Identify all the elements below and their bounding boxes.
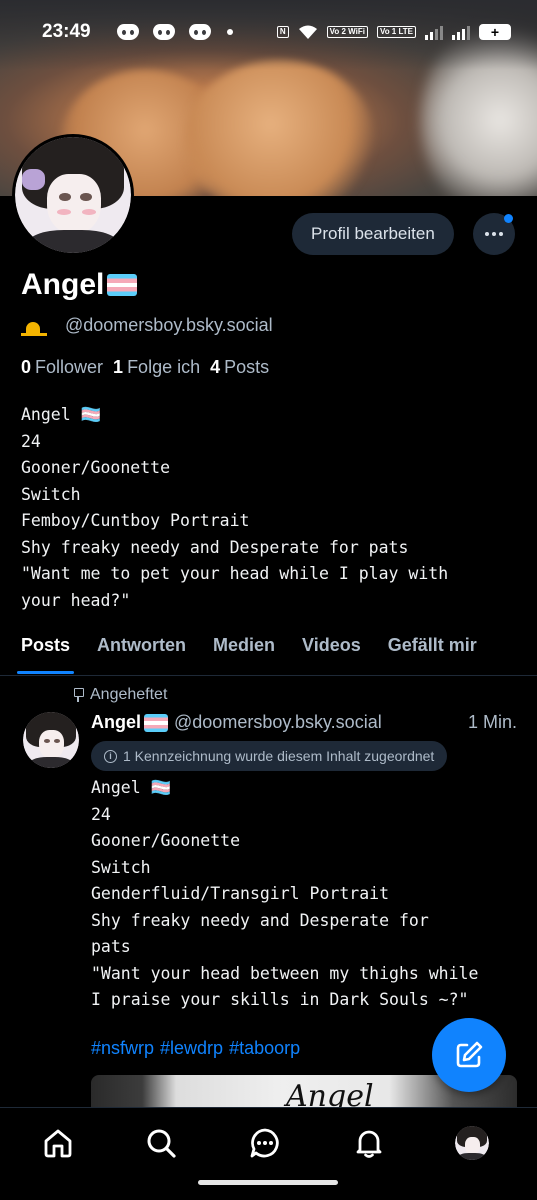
profile-handle: @doomersboy.bsky.social — [65, 315, 273, 335]
handle-row: @doomersboy.bsky.social — [21, 315, 273, 336]
signal-icon — [425, 24, 443, 40]
nav-notifications[interactable] — [352, 1126, 386, 1160]
post-author-avatar[interactable] — [23, 712, 79, 768]
more-options-button[interactable] — [473, 213, 515, 255]
posts-stat: 4 Posts — [210, 357, 270, 377]
trans-flag-icon — [107, 274, 138, 296]
hashtag-link[interactable]: #nsfwrp — [91, 1038, 154, 1059]
battery-icon: + — [479, 24, 511, 40]
content-label-notice[interactable]: i 1 Kennzeichnung wurde diesem Inhalt zu… — [91, 741, 448, 771]
post-timestamp: 1 Min. — [467, 712, 517, 732]
vowifi-badge: Vo 2 WiFi — [326, 26, 368, 38]
discord-icon — [152, 24, 175, 40]
notification-dot — [504, 214, 513, 223]
nav-search[interactable] — [144, 1126, 178, 1160]
status-bar: 23:49 N Vo 2 WiFi Vo 1 LTE + — [0, 0, 537, 64]
tab-likes[interactable]: Gefällt mir — [388, 622, 477, 675]
info-icon: i — [104, 749, 117, 763]
post-author-handle[interactable]: @doomersboy.bsky.social — [174, 712, 382, 733]
hashtag-link[interactable]: #lewdrp — [160, 1038, 223, 1059]
following-stat[interactable]: 1 Folge ich — [113, 357, 200, 378]
signal-icon — [452, 24, 470, 40]
bottom-navigation — [0, 1107, 537, 1200]
nfc-icon: N — [276, 26, 289, 38]
hashtag-link[interactable]: #taboorp — [229, 1038, 300, 1059]
pin-icon — [72, 687, 84, 703]
chat-icon — [250, 1128, 279, 1158]
volte-badge: Vo 1 LTE — [376, 26, 416, 38]
pinned-indicator: Angeheftet — [72, 686, 167, 704]
nav-profile[interactable] — [455, 1126, 489, 1160]
compose-icon — [456, 1041, 483, 1068]
tab-media[interactable]: Medien — [213, 622, 275, 675]
discord-icon — [116, 24, 139, 40]
tab-posts[interactable]: Posts — [16, 622, 75, 675]
status-time: 23:49 — [42, 21, 91, 42]
profile-tabs: Posts Antworten Medien Videos Gefällt mi… — [0, 622, 537, 676]
profile-bio: Angel 🏳️‍⚧️ 24 Gooner/Goonette Switch Fe… — [21, 405, 449, 610]
home-indicator[interactable] — [198, 1180, 338, 1185]
ellipsis-icon — [485, 232, 489, 236]
followers-stat[interactable]: 0 Follower — [21, 357, 103, 378]
profile-avatar[interactable] — [12, 134, 134, 256]
more-notifications-dot-icon — [226, 29, 233, 35]
bell-icon — [356, 1130, 382, 1158]
trans-flag-icon — [144, 713, 169, 732]
post-author-name[interactable]: Angel — [91, 712, 141, 733]
search-icon — [147, 1129, 176, 1158]
wifi-icon — [298, 25, 317, 39]
nav-home[interactable] — [41, 1126, 75, 1160]
discord-icon — [188, 24, 211, 40]
tab-videos[interactable]: Videos — [302, 622, 361, 675]
compose-button[interactable] — [432, 1018, 506, 1092]
display-name: Angel — [21, 268, 138, 302]
edit-profile-button[interactable]: Profil bearbeiten — [292, 213, 454, 255]
profile-avatar-icon — [455, 1126, 489, 1160]
home-icon — [44, 1129, 72, 1158]
post-hashtags: #nsfwrp #lewdrp #taboorp — [91, 1038, 300, 1059]
profile-stats: 0 Follower 1 Folge ich 4 Posts — [21, 357, 269, 378]
tab-replies[interactable]: Antworten — [97, 622, 186, 675]
nav-chat[interactable] — [248, 1126, 282, 1160]
sunrise-icon — [21, 316, 47, 336]
post-header: Angel @doomersboy.bsky.social 1 Min. — [91, 712, 517, 733]
post-text: Angel 🏳️‍⚧️ 24 Gooner/Goonette Switch Ge… — [91, 778, 479, 1009]
